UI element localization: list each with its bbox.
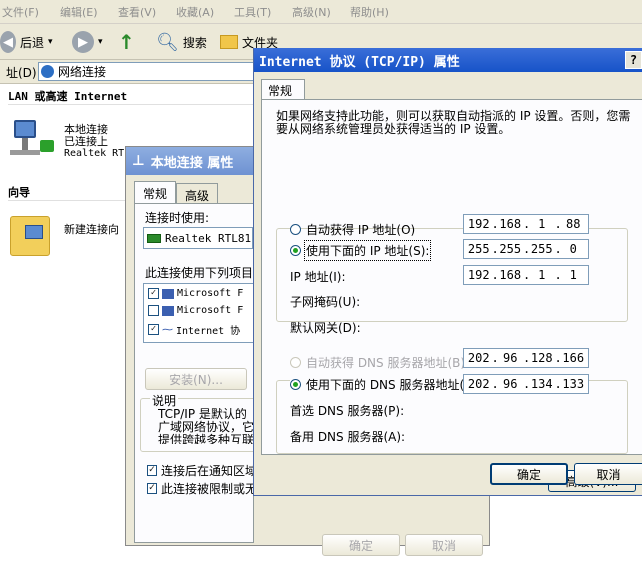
up-arrow-icon: ↑ [118,30,135,54]
subnet-mask-input[interactable]: 255. 255. 255. 0 [463,239,589,259]
connection-status: 已连接上 [64,135,108,148]
address-label: 址(D) [6,66,37,80]
divider [8,104,253,105]
preferred-dns-label: 首选 DNS 服务器(P): [290,404,405,418]
forward-button[interactable]: ▶ ▾ [72,29,103,55]
nic-field[interactable]: Realtek RTL81 [143,227,253,249]
tcpip-description: 如果网络支持此功能，则可以获取自动指派的 IP 设置。否则，您需要从网络系统管理… [276,109,631,136]
tcpip-ok-button[interactable]: 确定 [490,463,568,485]
tab-general[interactable]: 常规 [134,181,177,203]
tcpip-cancel-button[interactable]: 取消 [574,463,642,485]
local-connection-title: 本地连接 属性 [150,155,234,171]
up-folder-button[interactable]: ↑ [118,29,135,55]
menu-advanced[interactable]: 高级(N) [292,4,331,20]
address-input[interactable]: 网络连接 [38,62,268,81]
lan-section-title: LAN 或高速 Internet [8,90,128,103]
chevron-down-icon: ▾ [48,37,53,47]
forward-arrow-icon: ▶ [72,31,94,53]
default-gateway-input[interactable]: 192. 168. 1. 1 [463,265,589,285]
menu-file[interactable]: 文件(F) [2,4,39,20]
radio-use-dns[interactable] [290,379,301,390]
new-connection-wizard-icon[interactable] [10,216,50,256]
connection-device: Realtek RTL [64,148,131,159]
connect-using-label: 连接时使用: [145,211,210,225]
local-cancel-button[interactable]: 取消 [405,534,483,556]
description-text: TCP/IP 是默认的广域网络协议，它提供跨越多种互联网络的通讯。 [158,408,255,444]
preferred-dns-input[interactable]: 202. 96. 128. 166 [463,348,589,368]
auto-ip-option[interactable]: 自动获得 IP 地址(O) [290,221,415,238]
menu-edit[interactable]: 编辑(E) [60,4,98,20]
wizard-section-title: 向导 [8,186,30,199]
radio-use-ip[interactable] [290,245,301,256]
chevron-down-icon: ▾ [98,37,103,47]
list-item[interactable]: Microsoft F [148,305,243,316]
divider [8,200,126,201]
checkbox-checked[interactable]: ✓ [148,324,159,335]
menu-help[interactable]: 帮助(H) [350,4,389,20]
menu-favorites[interactable]: 收藏(A) [176,4,214,20]
service-icon [162,305,174,316]
ip-address-label: IP 地址(I): [290,270,346,284]
menu-tools[interactable]: 工具(T) [234,4,271,20]
use-dns-option[interactable]: 使用下面的 DNS 服务器地址(E): [290,376,483,393]
nic-icon [147,233,161,243]
description-title: 说明 [150,392,179,409]
uses-items-label: 此连接使用下列项目 [145,266,254,280]
radio-auto-ip[interactable] [290,224,301,235]
network-icon [41,65,54,78]
tab-advanced[interactable]: 高级 [176,183,219,203]
search-icon: 🔍︎ [156,31,179,53]
show-icon-option[interactable]: ✓ 连接后在通知区域 [147,462,257,479]
folder-icon [220,35,238,49]
local-connection-tabs: 常规 高级 [134,181,219,203]
back-arrow-icon: ◀ [0,31,16,53]
list-item[interactable]: ✓ ⁓ Internet 协 [148,322,240,337]
network-adapter-icon: ⊥ [132,153,145,169]
help-button[interactable]: ? [625,51,642,69]
use-ip-option[interactable]: 使用下面的 IP 地址(S): [290,240,432,261]
radio-auto-dns[interactable] [290,357,301,368]
checkbox-checked[interactable]: ✓ [147,483,157,494]
tcpip-tabs: 常规 [261,79,306,100]
client-icon [162,288,174,299]
search-button[interactable]: 🔍︎ 搜索 [156,29,207,55]
notify-limited-option[interactable]: ✓ 此连接被限制或无 [147,480,257,497]
components-list[interactable]: ✓ Microsoft F Microsoft F ✓ ⁓ Internet 协 [143,283,258,343]
back-button[interactable]: ◀ 后退 ▾ [0,29,53,55]
ip-address-input[interactable]: 192. 168. 1. 88 [463,214,589,234]
tcpip-title: Internet 协议 (TCP/IP) 属性 [259,54,460,70]
auto-dns-option[interactable]: 自动获得 DNS 服务器地址(B) [290,354,465,371]
tab-general[interactable]: 常规 [261,79,306,100]
checkbox-unchecked[interactable] [148,305,159,316]
local-ok-button[interactable]: 确定 [322,534,400,556]
default-gateway-label: 默认网关(D): [290,321,361,335]
protocol-icon: ⁓ [162,323,173,336]
install-button[interactable]: 安装(N)... [145,368,247,390]
lan-connection-icon[interactable] [10,120,58,164]
menu-bar: 文件(F) 编辑(E) 查看(V) 收藏(A) 工具(T) 高级(N) 帮助(H… [0,0,642,24]
alternate-dns-input[interactable]: 202. 96. 134. 133 [463,374,589,394]
subnet-mask-label: 子网掩码(U): [290,295,361,309]
alternate-dns-label: 备用 DNS 服务器(A): [290,430,406,444]
tcpip-title-bar[interactable]: Internet 协议 (TCP/IP) 属性 ? [254,48,642,72]
menu-view[interactable]: 查看(V) [118,4,156,20]
list-item[interactable]: ✓ Microsoft F [148,288,243,299]
checkbox-checked[interactable]: ✓ [147,465,157,476]
checkbox-checked[interactable]: ✓ [148,288,159,299]
wizard-item-label[interactable]: 新建连接向 [64,224,119,236]
